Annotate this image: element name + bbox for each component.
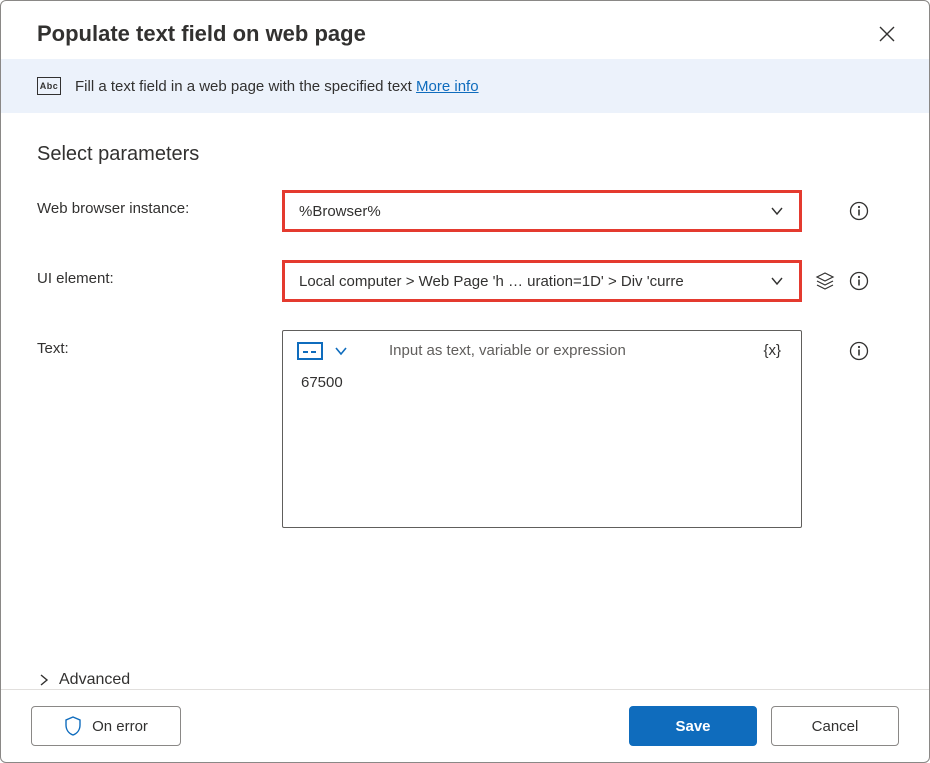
info-icon[interactable] [848,200,870,222]
description-bar: Abc Fill a text field in a web page with… [1,59,929,113]
description-label: Fill a text field in a web page with the… [75,78,412,95]
save-button[interactable]: Save [629,706,757,746]
text-label: Text: [37,330,282,357]
section-title: Select parameters [37,143,929,166]
abc-icon: Abc [37,77,61,95]
text-placeholder: Input as text, variable or expression [359,342,747,359]
cancel-button[interactable]: Cancel [771,706,899,746]
dialog-footer: On error Save Cancel [1,689,929,762]
chevron-right-icon [37,673,51,687]
param-row-uielement: UI element: Local computer > Web Page 'h… [37,260,893,302]
more-info-link[interactable]: More info [416,78,479,95]
close-icon [879,26,895,42]
chevron-down-icon [769,203,785,219]
parameters-area: Web browser instance: %Browser% UI eleme… [1,190,929,659]
chevron-down-icon [769,273,785,289]
on-error-label: On error [92,718,148,735]
close-button[interactable] [875,22,899,46]
browser-value: %Browser% [299,203,381,220]
description-text: Fill a text field in a web page with the… [75,78,479,95]
browser-select[interactable]: %Browser% [282,190,802,232]
shield-icon [64,716,82,736]
layers-icon[interactable] [814,270,836,292]
browser-label: Web browser instance: [37,190,282,217]
text-editor[interactable]: Input as text, variable or expression {x… [282,330,802,528]
text-editor-toolbar: Input as text, variable or expression {x… [283,331,801,364]
uielement-select[interactable]: Local computer > Web Page 'h … uration=1… [282,260,802,302]
param-row-browser: Web browser instance: %Browser% [37,190,893,232]
dialog: Populate text field on web page Abc Fill… [0,0,930,763]
info-icon[interactable] [848,340,870,362]
variable-picker-button[interactable]: {x} [757,341,787,360]
chevron-down-icon[interactable] [333,343,349,359]
info-icon[interactable] [848,270,870,292]
text-value[interactable]: 67500 [283,364,801,527]
advanced-label: Advanced [59,671,130,689]
dialog-header: Populate text field on web page [1,1,929,59]
uielement-label: UI element: [37,260,282,287]
on-error-button[interactable]: On error [31,706,181,746]
input-mode-icon[interactable] [297,342,323,360]
uielement-value: Local computer > Web Page 'h … uration=1… [299,273,684,290]
advanced-toggle[interactable]: Advanced [37,671,929,689]
param-row-text: Text: Input as text, variable or express… [37,330,893,528]
dialog-title: Populate text field on web page [37,21,366,47]
